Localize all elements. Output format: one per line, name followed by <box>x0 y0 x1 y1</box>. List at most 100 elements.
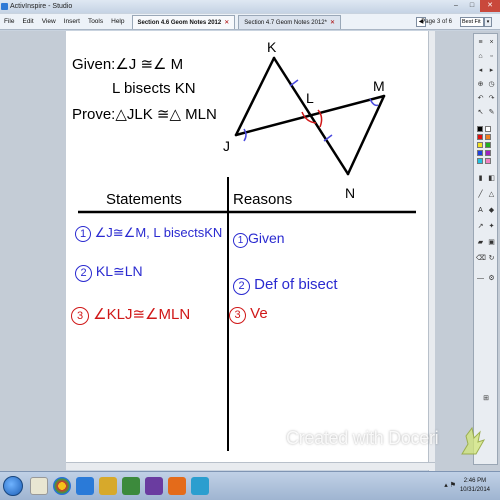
color-swatch-cyan[interactable] <box>477 158 483 164</box>
color-swatch-red[interactable] <box>477 134 483 140</box>
color-swatch-white[interactable] <box>485 126 491 132</box>
label-j: J <box>223 138 230 154</box>
step-number-circle: 2 <box>75 265 92 282</box>
fill-icon[interactable]: ◆ <box>487 206 496 215</box>
menu-file[interactable]: File <box>0 18 18 25</box>
shape-icon[interactable]: △ <box>487 190 496 199</box>
horizontal-scrollbar[interactable] <box>66 462 435 470</box>
camera-icon[interactable]: ▣ <box>487 238 496 247</box>
explorer-icon[interactable] <box>30 477 48 495</box>
menu-insert[interactable]: Insert <box>60 18 84 25</box>
step-number-circle: 1 <box>75 226 91 242</box>
label-k: K <box>267 39 277 55</box>
statement-row-2: 2 KL≅LN <box>75 263 143 282</box>
statement-row-3: 3 ∠KLJ≅∠MLN <box>71 305 190 325</box>
ie-icon[interactable] <box>76 477 94 495</box>
clock-icon[interactable]: ◷ <box>487 80 496 89</box>
window-controls: – □ ✕ <box>448 0 500 13</box>
chevron-down-icon[interactable]: ▾ <box>484 17 492 27</box>
label-l: L <box>306 90 314 106</box>
app-icon[interactable] <box>191 477 209 495</box>
tab-section-4-7[interactable]: Section 4.7 Geom Notes 2012* ✕ <box>238 14 341 29</box>
clock[interactable]: 2:46 PM 10/31/2014 <box>460 477 490 495</box>
magic-ink-icon[interactable]: ✦ <box>487 222 496 231</box>
reason-text: Given <box>248 230 285 246</box>
pin-icon[interactable]: ⊞ <box>476 394 496 403</box>
color-swatch-blue[interactable] <box>477 150 483 156</box>
flipchart-page[interactable]: Given:∠J ≅∠ M L bisects KN Prove:△JLK ≅△… <box>66 31 435 468</box>
given-line-1: Given:∠J ≅∠ M <box>72 56 184 73</box>
menu-tools[interactable]: Tools <box>84 18 107 25</box>
menu-icon[interactable]: ≡ <box>476 38 485 47</box>
highlighter-icon[interactable]: ▮ <box>476 174 485 183</box>
home-icon[interactable]: ⌂ <box>476 52 485 61</box>
title-bar: ActivInspire - Studio – □ ✕ <box>0 0 500 13</box>
page-indicator: Page 3 of 6 <box>421 18 452 25</box>
step-number-circle: 2 <box>233 278 250 295</box>
reason-row-3: 3 Ve <box>229 305 268 324</box>
menu-view[interactable]: View <box>38 18 60 25</box>
color-swatch-yellow[interactable] <box>477 142 483 148</box>
menu-edit[interactable]: Edit <box>18 18 37 25</box>
given-line-2: L bisects KN <box>112 80 196 97</box>
folder-icon[interactable] <box>99 477 117 495</box>
text-icon[interactable]: A <box>476 206 485 215</box>
minimize-button[interactable]: – <box>448 0 464 12</box>
zoom-icon[interactable]: ⊕ <box>476 80 485 89</box>
clear-icon[interactable]: ⌫ <box>476 254 486 263</box>
label-m: M <box>373 78 385 94</box>
redo-icon[interactable]: ↷ <box>487 94 496 103</box>
color-swatch-purple[interactable] <box>485 150 491 156</box>
color-swatch-green[interactable] <box>485 142 491 148</box>
taskbar: ▴ ⚑ 2:46 PM 10/31/2014 <box>0 471 500 500</box>
reason-text: Ve <box>250 305 268 322</box>
close-button[interactable]: ✕ <box>480 0 500 12</box>
tab-section-4-6[interactable]: Section 4.6 Geom Notes 2012 ✕ <box>131 14 236 29</box>
chrome-icon[interactable] <box>53 477 71 495</box>
activinspire-icon[interactable] <box>168 477 186 495</box>
select-icon[interactable]: ↖ <box>476 108 485 117</box>
step-number-circle: 1 <box>233 233 248 248</box>
system-tray[interactable]: ▴ ⚑ <box>444 481 456 489</box>
toolbox: ≡ × ⌂ ▫ ◂ ▸ ⊕ ◷ ↶ ↷ ↖ ✎ ▮ ◧ ╱ △ A ◆ ↗ ✦ … <box>473 33 498 465</box>
reason-row-1: 1 Given <box>233 230 285 248</box>
color-swatch-pink[interactable] <box>485 158 491 164</box>
settings-icon[interactable]: ⚙ <box>487 274 496 283</box>
color-swatch-orange[interactable] <box>485 134 491 140</box>
undo-icon[interactable]: ↶ <box>476 94 485 103</box>
line-icon[interactable]: ╱ <box>476 190 485 199</box>
pen-icon[interactable]: ✎ <box>487 108 496 117</box>
prove-line: Prove:△JLK ≅△ MLN <box>72 106 217 123</box>
triangle-diagram <box>234 56 386 176</box>
app-icon <box>1 3 8 10</box>
marker-icon[interactable]: ▰ <box>476 238 485 247</box>
color-swatch-black[interactable] <box>477 126 483 132</box>
menu-help[interactable]: Help <box>107 18 128 25</box>
segment-jk <box>234 56 276 137</box>
app-icon[interactable] <box>122 477 140 495</box>
tab-close-icon[interactable]: ✕ <box>224 20 229 26</box>
vertical-scrollbar[interactable] <box>428 31 435 471</box>
tab-close-icon[interactable]: ✕ <box>330 20 335 26</box>
eraser-icon[interactable]: ◧ <box>487 174 496 183</box>
zoom-select[interactable]: Best Fit <box>460 17 484 27</box>
back-icon[interactable]: ◂ <box>476 66 485 75</box>
doceri-logo-icon <box>461 426 486 455</box>
forward-icon[interactable]: ▸ <box>487 66 496 75</box>
doceri-watermark: Created with Doceri <box>286 428 439 448</box>
app-icon[interactable] <box>145 477 163 495</box>
page-icon[interactable]: ▫ <box>487 52 496 61</box>
reset-icon[interactable]: ↻ <box>487 254 496 263</box>
clock-date: 10/31/2014 <box>459 487 490 493</box>
pen-width-icon[interactable]: — <box>476 274 485 283</box>
step-number-circle: 3 <box>229 307 246 324</box>
label-n: N <box>345 185 356 201</box>
reason-text: Def of bisect <box>254 276 338 293</box>
start-button[interactable] <box>3 476 23 496</box>
connector-icon[interactable]: ↗ <box>476 222 485 231</box>
close-icon[interactable]: × <box>487 38 496 47</box>
step-number-circle: 3 <box>71 307 89 325</box>
maximize-button[interactable]: □ <box>464 0 480 12</box>
statement-text: ∠KLJ≅∠MLN <box>93 306 191 323</box>
angle-arc-j <box>243 128 247 142</box>
